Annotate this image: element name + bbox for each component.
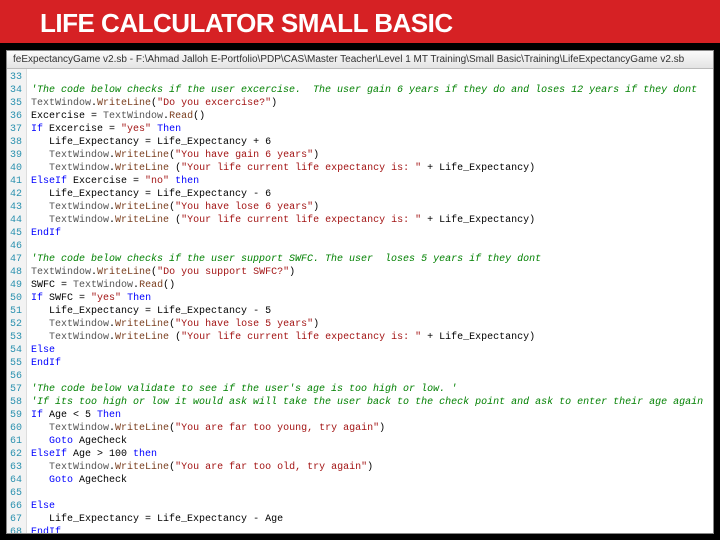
line-number: 61 — [9, 435, 22, 448]
line-number: 38 — [9, 136, 22, 149]
line-number: 50 — [9, 292, 22, 305]
line-number: 51 — [9, 305, 22, 318]
code-line[interactable]: TextWindow.WriteLine ("Your life current… — [31, 331, 709, 344]
line-number: 66 — [9, 500, 22, 513]
code-line[interactable] — [31, 71, 709, 84]
editor-window: feExpectancyGame v2.sb - F:\Ahmad Jalloh… — [6, 50, 714, 534]
line-number: 48 — [9, 266, 22, 279]
code-line[interactable]: ElseIf Excercise = "no" then — [31, 175, 709, 188]
line-number: 42 — [9, 188, 22, 201]
code-line[interactable]: TextWindow.WriteLine ("Your life current… — [31, 162, 709, 175]
code-line[interactable]: Goto AgeCheck — [31, 474, 709, 487]
line-number: 43 — [9, 201, 22, 214]
code-line[interactable]: Life_Expectancy = Life_Expectancy - Age — [31, 513, 709, 526]
code-line[interactable] — [31, 370, 709, 383]
code-body[interactable]: 'The code below checks if the user excer… — [27, 69, 713, 533]
code-line[interactable]: Life_Expectancy = Life_Expectancy - 6 — [31, 188, 709, 201]
line-number: 59 — [9, 409, 22, 422]
code-line[interactable]: Else — [31, 344, 709, 357]
line-number-gutter: 3334353637383940414243444546474849505152… — [7, 69, 27, 533]
code-line[interactable]: TextWindow.WriteLine("You are far too yo… — [31, 422, 709, 435]
line-number: 52 — [9, 318, 22, 331]
code-line[interactable]: Life_Expectancy = Life_Expectancy - 5 — [31, 305, 709, 318]
code-line[interactable]: TextWindow.WriteLine ("Your life current… — [31, 214, 709, 227]
code-line[interactable]: SWFC = TextWindow.Read() — [31, 279, 709, 292]
code-line[interactable]: Life_Expectancy = Life_Expectancy + 6 — [31, 136, 709, 149]
line-number: 40 — [9, 162, 22, 175]
line-number: 44 — [9, 214, 22, 227]
line-number: 35 — [9, 97, 22, 110]
code-line[interactable]: 'The code below validate to see if the u… — [31, 383, 709, 396]
code-line[interactable]: If SWFC = "yes" Then — [31, 292, 709, 305]
line-number: 56 — [9, 370, 22, 383]
code-line[interactable]: Excercise = TextWindow.Read() — [31, 110, 709, 123]
line-number: 41 — [9, 175, 22, 188]
line-number: 58 — [9, 396, 22, 409]
code-line[interactable]: EndIf — [31, 357, 709, 370]
line-number: 63 — [9, 461, 22, 474]
code-line[interactable]: TextWindow.WriteLine("You have lose 5 ye… — [31, 318, 709, 331]
line-number: 65 — [9, 487, 22, 500]
code-line[interactable]: Goto AgeCheck — [31, 435, 709, 448]
code-line[interactable]: 'The code below checks if the user suppo… — [31, 253, 709, 266]
code-line[interactable]: EndIf — [31, 227, 709, 240]
code-line[interactable]: TextWindow.WriteLine("Do you excercise?"… — [31, 97, 709, 110]
code-line[interactable]: ElseIf Age > 100 then — [31, 448, 709, 461]
line-number: 45 — [9, 227, 22, 240]
code-line[interactable]: TextWindow.WriteLine("You have gain 6 ye… — [31, 149, 709, 162]
line-number: 37 — [9, 123, 22, 136]
window-title: feExpectancyGame v2.sb - F:\Ahmad Jalloh… — [7, 51, 713, 69]
code-line[interactable]: If Excercise = "yes" Then — [31, 123, 709, 136]
code-line[interactable]: If Age < 5 Then — [31, 409, 709, 422]
line-number: 36 — [9, 110, 22, 123]
line-number: 67 — [9, 513, 22, 526]
line-number: 47 — [9, 253, 22, 266]
code-line[interactable]: TextWindow.WriteLine("You have lose 6 ye… — [31, 201, 709, 214]
line-number: 49 — [9, 279, 22, 292]
line-number: 53 — [9, 331, 22, 344]
slide: LIFE CALCULATOR SMALL BASIC feExpectancy… — [0, 0, 720, 540]
line-number: 33 — [9, 71, 22, 84]
code-line[interactable]: Else — [31, 500, 709, 513]
line-number: 60 — [9, 422, 22, 435]
code-line[interactable]: 'The code below checks if the user excer… — [31, 84, 709, 97]
line-number: 55 — [9, 357, 22, 370]
code-line[interactable]: EndIf — [31, 526, 709, 533]
code-line[interactable] — [31, 487, 709, 500]
line-number: 57 — [9, 383, 22, 396]
line-number: 46 — [9, 240, 22, 253]
line-number: 62 — [9, 448, 22, 461]
line-number: 68 — [9, 526, 22, 533]
line-number: 54 — [9, 344, 22, 357]
code-line[interactable]: TextWindow.WriteLine("Do you support SWF… — [31, 266, 709, 279]
code-line[interactable]: 'If its too high or low it would ask wil… — [31, 396, 709, 409]
line-number: 34 — [9, 84, 22, 97]
page-title: LIFE CALCULATOR SMALL BASIC — [0, 0, 720, 43]
code-line[interactable] — [31, 240, 709, 253]
line-number: 39 — [9, 149, 22, 162]
code-line[interactable]: TextWindow.WriteLine("You are far too ol… — [31, 461, 709, 474]
line-number: 64 — [9, 474, 22, 487]
code-area[interactable]: 3334353637383940414243444546474849505152… — [7, 69, 713, 533]
